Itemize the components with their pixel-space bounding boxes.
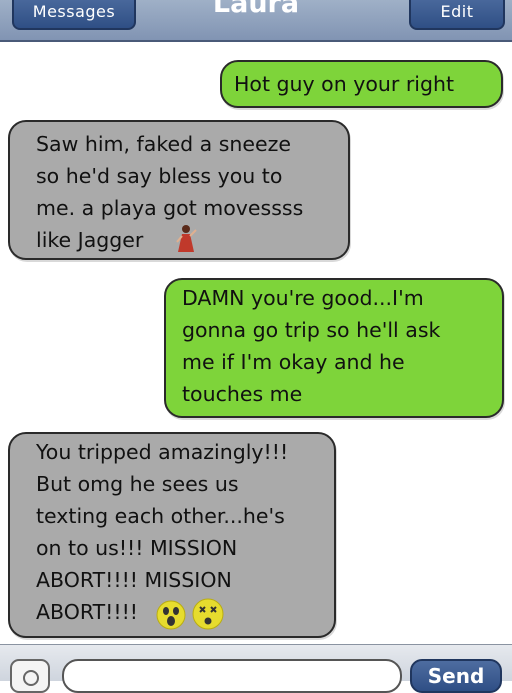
message-text: Hot guy on your right bbox=[234, 72, 454, 96]
dizzy-face-icon bbox=[192, 598, 224, 630]
message-input[interactable] bbox=[62, 659, 402, 693]
edit-button[interactable]: Edit bbox=[409, 0, 505, 30]
compose-bar: Send bbox=[0, 644, 512, 693]
message-text: DAMN you're good...I'm gonna go trip so … bbox=[182, 286, 441, 406]
camera-icon[interactable] bbox=[10, 659, 50, 693]
scream-face-icon bbox=[156, 600, 186, 630]
back-button[interactable]: Messages bbox=[12, 0, 136, 30]
message-bubble-outgoing[interactable]: DAMN you're good...I'm gonna go trip so … bbox=[164, 278, 504, 418]
dancer-icon bbox=[176, 225, 197, 252]
message-bubble-incoming[interactable]: Saw him, faked a sneeze so he'd say bles… bbox=[8, 120, 350, 260]
navigation-bar: Laura Messages Edit bbox=[0, 0, 512, 42]
message-bubble-outgoing[interactable]: Hot guy on your right bbox=[220, 60, 503, 108]
send-button[interactable]: Send bbox=[410, 659, 502, 693]
message-bubble-incoming[interactable]: You tripped amazingly!!! But omg he sees… bbox=[8, 432, 336, 638]
